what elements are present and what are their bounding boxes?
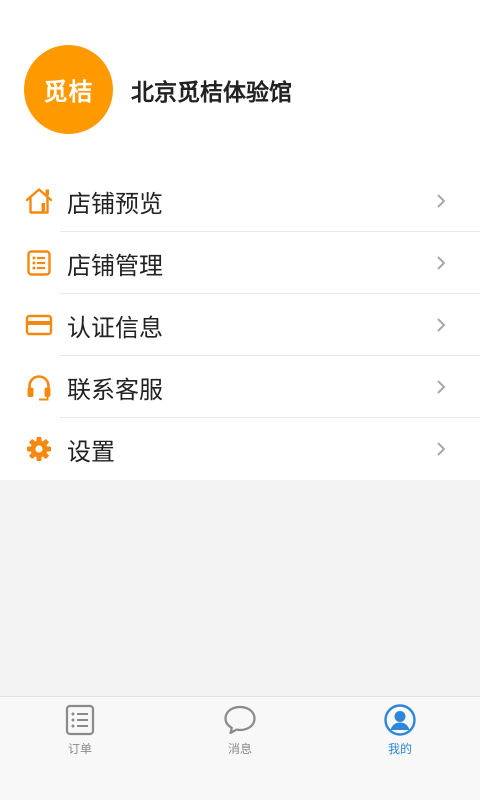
chevron-right-icon	[437, 380, 446, 394]
chevron-right-icon	[437, 194, 446, 208]
menu-item-settings[interactable]: 设置	[0, 418, 480, 480]
bottom-tab-bar: 订单 消息 我的	[0, 696, 480, 800]
shop-name: 北京觅桔体验馆	[131, 79, 292, 106]
user-profile-icon	[384, 704, 416, 736]
chevron-right-icon	[437, 442, 446, 456]
menu-list: 店铺预览 店铺管理 认证信息 联系客服 设置	[0, 170, 480, 480]
menu-item-label: 认证信息	[67, 313, 163, 342]
tab-label: 消息	[227, 742, 252, 756]
menu-item-label: 店铺预览	[67, 189, 163, 218]
order-list-icon	[65, 704, 95, 736]
tab-orders[interactable]: 订单	[30, 703, 130, 757]
gear-icon	[24, 434, 54, 464]
tab-messages[interactable]: 消息	[190, 703, 290, 757]
tab-label: 订单	[67, 742, 92, 756]
screen: 觅桔 北京觅桔体验馆 店铺预览 店铺管理 认证信息 联系客服 设置 订单 消息 …	[0, 0, 480, 800]
avatar[interactable]: 觅桔	[24, 45, 113, 134]
menu-item-contact-support[interactable]: 联系客服	[0, 356, 480, 418]
card-icon	[24, 310, 54, 340]
tab-mine[interactable]: 我的	[350, 703, 450, 757]
headset-icon	[24, 372, 54, 402]
menu-item-certification-info[interactable]: 认证信息	[0, 294, 480, 356]
profile-section: 觅桔 北京觅桔体验馆 店铺预览 店铺管理 认证信息 联系客服 设置	[0, 0, 480, 480]
menu-item-store-management[interactable]: 店铺管理	[0, 232, 480, 294]
menu-item-label: 设置	[67, 437, 115, 466]
message-bubble-icon	[224, 705, 256, 735]
chevron-right-icon	[437, 318, 446, 332]
menu-item-store-preview[interactable]: 店铺预览	[0, 170, 480, 232]
list-icon	[24, 248, 54, 278]
menu-item-label: 联系客服	[67, 375, 163, 404]
tab-label: 我的	[387, 742, 412, 756]
profile-header[interactable]: 觅桔 北京觅桔体验馆	[24, 45, 292, 134]
menu-item-label: 店铺管理	[67, 251, 163, 280]
home-icon	[24, 186, 54, 216]
chevron-right-icon	[437, 256, 446, 270]
avatar-text: 觅桔	[43, 78, 94, 106]
